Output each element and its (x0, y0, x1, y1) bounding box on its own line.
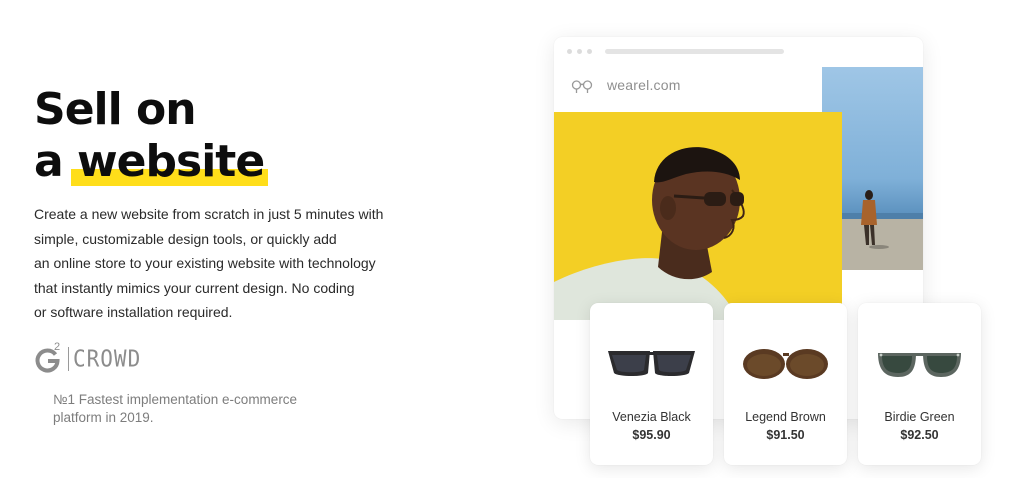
eyeglasses-icon (571, 79, 593, 95)
g2-superscript: 2 (54, 341, 61, 353)
product-name: Legend Brown (745, 410, 826, 424)
product-card-legend-brown[interactable]: Legend Brown $91.50 (724, 303, 847, 465)
hero-description: Create a new website from scratch in jus… (34, 202, 434, 325)
sunglasses-icon (872, 343, 967, 383)
description-line: or software installation required. (34, 304, 233, 320)
g2-logo-icon: 2 (34, 341, 64, 374)
product-price: $92.50 (900, 428, 939, 442)
award-text: №1 Fastest implementation e-commerce pla… (53, 391, 353, 427)
product-card-venezia-black[interactable]: Venezia Black $95.90 (590, 303, 713, 465)
award-line: №1 Fastest implementation e-commerce (53, 392, 298, 407)
main-photo (554, 112, 842, 320)
headline-prefix: a (34, 136, 64, 187)
headline: Sell on a website (34, 84, 269, 188)
description-line: an online store to your existing website… (34, 255, 376, 271)
headline-line-2: a website (34, 136, 269, 188)
product-name: Birdie Green (884, 410, 955, 424)
window-dot (587, 49, 592, 54)
g2-crowd-logo: 2 CROWD (34, 341, 142, 374)
description-line: that instantly mimics your current desig… (34, 279, 355, 296)
address-bar (605, 49, 784, 54)
sunglasses-icon (604, 343, 699, 383)
product-price: $91.50 (766, 428, 805, 442)
headline-line-1: Sell on (34, 84, 197, 135)
award-line: platform in 2019. (53, 410, 154, 425)
browser-toolbar (554, 37, 923, 63)
sunglasses-icon (738, 343, 833, 383)
product-card-birdie-green[interactable]: Birdie Green $92.50 (858, 303, 981, 465)
g2-logo-word: CROWD (73, 345, 142, 373)
product-price: $95.90 (632, 428, 671, 442)
logo-divider (68, 347, 69, 371)
window-dot (577, 49, 582, 54)
site-domain[interactable]: wearel.com (607, 77, 681, 93)
description-line: simple, customizable design tools, or qu… (34, 230, 337, 247)
window-dot (567, 49, 572, 54)
product-name: Venezia Black (612, 410, 691, 424)
headline-highlight: website (71, 136, 269, 187)
description-line: Create a new website from scratch in jus… (34, 206, 384, 222)
